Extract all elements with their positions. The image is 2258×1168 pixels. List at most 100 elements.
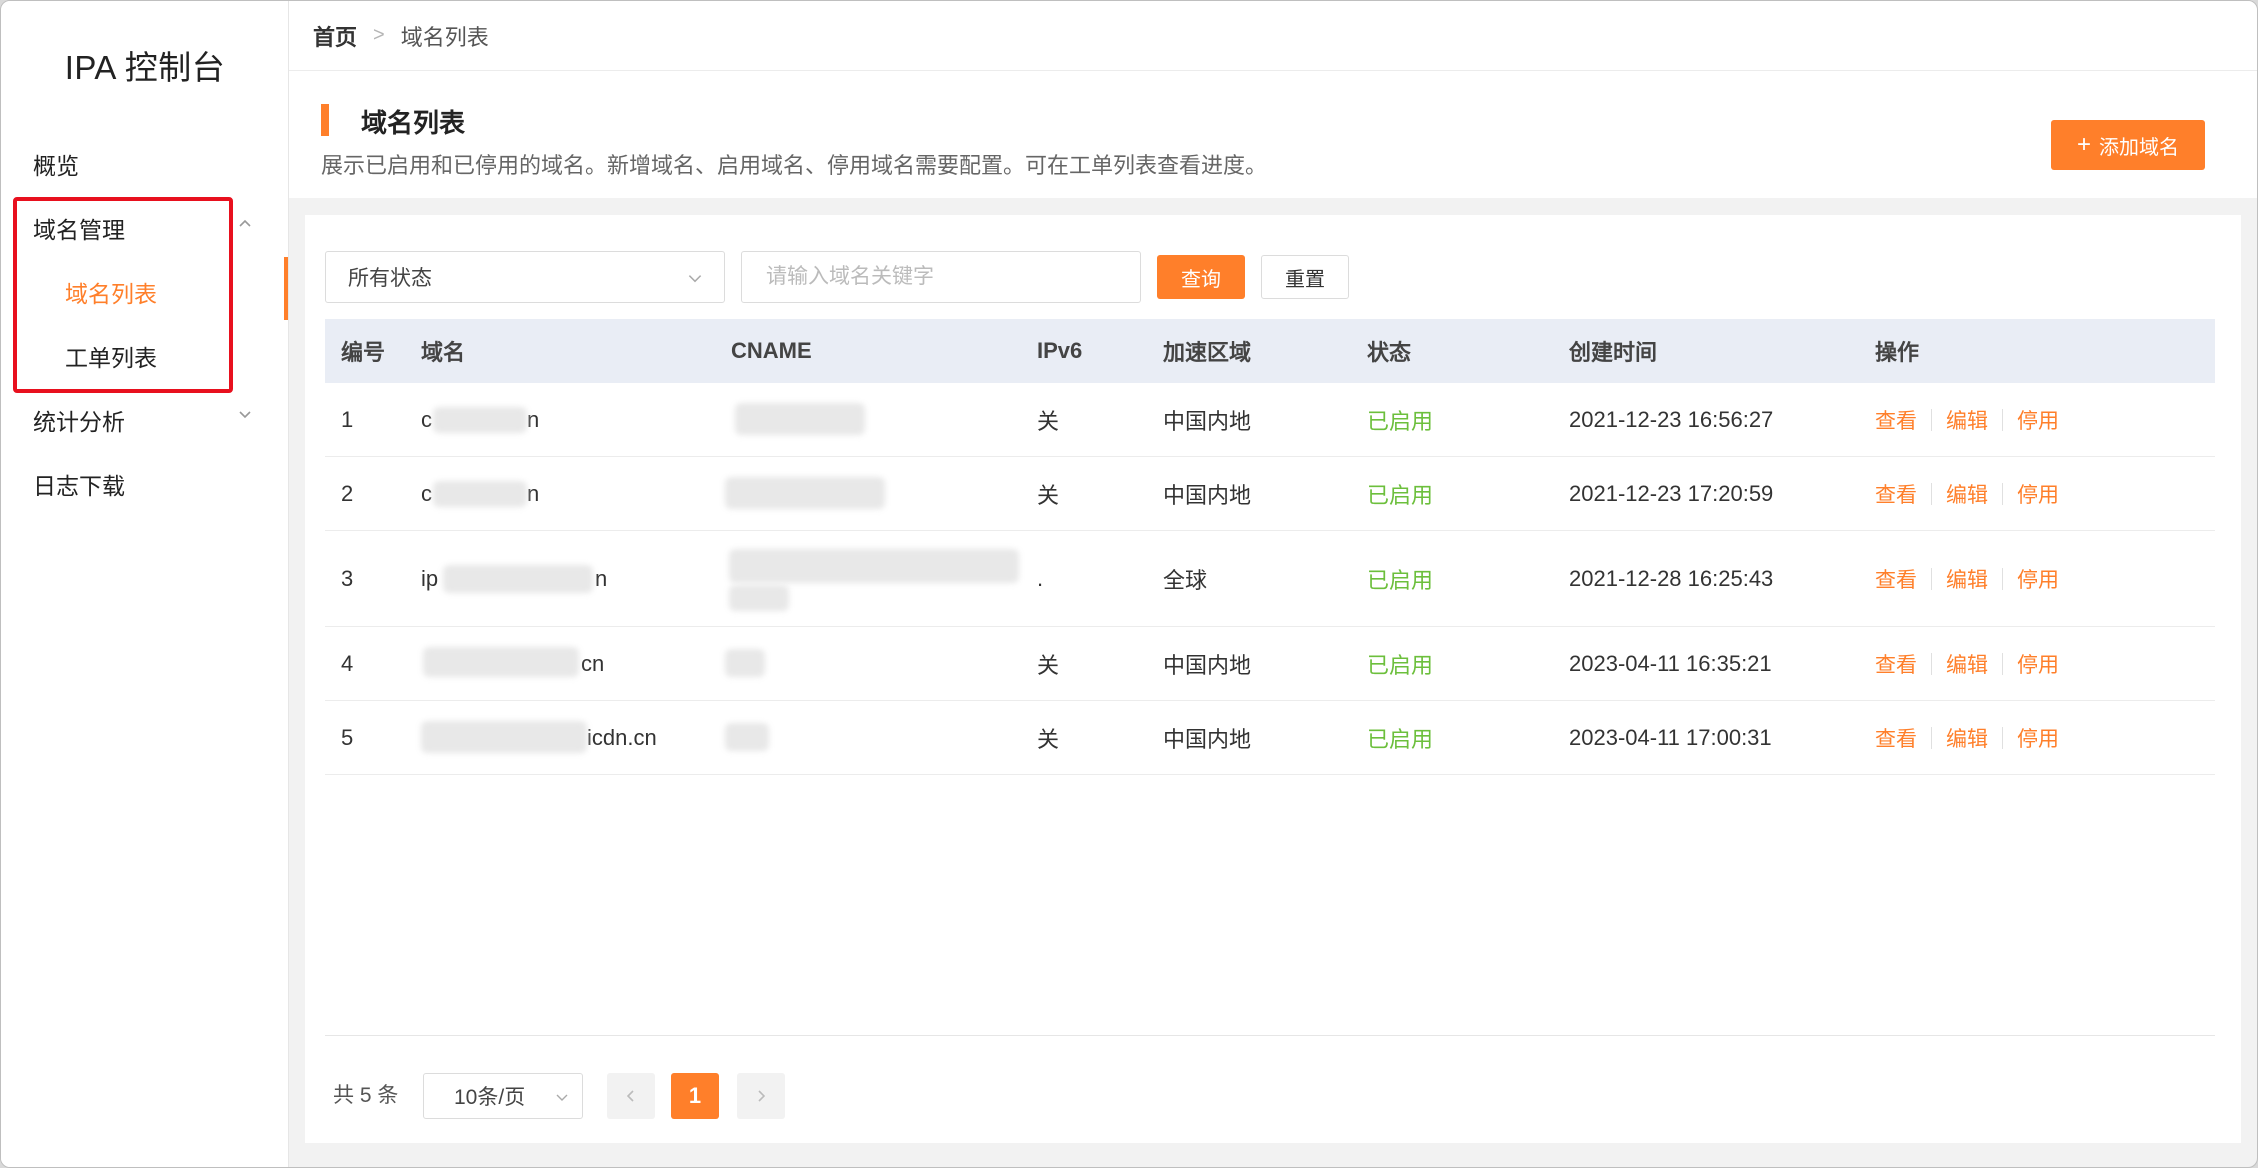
redacted-cname xyxy=(725,723,769,751)
cell-status: 已启用 xyxy=(1367,482,1434,508)
add-domain-label: 添加域名 xyxy=(2099,136,2179,159)
cell-id: 1 xyxy=(341,406,354,432)
table-row: 5 icdn.cn 关 中国内地 已启用 2023-04-11 17:00:31… xyxy=(325,701,2215,775)
cell-region: 中国内地 xyxy=(1163,726,1252,752)
chevron-down-icon xyxy=(556,1094,568,1101)
divider xyxy=(1931,408,1932,431)
cell-status: 已启用 xyxy=(1367,652,1434,678)
page-size-value: 10条/页 xyxy=(454,1086,526,1109)
chevron-down-icon xyxy=(688,275,702,283)
view-link[interactable]: 查看 xyxy=(1875,405,1917,435)
page-size-select[interactable]: 10条/页 xyxy=(423,1073,583,1119)
view-link[interactable]: 查看 xyxy=(1875,649,1917,679)
plus-icon: + xyxy=(2076,131,2091,158)
annotation-highlight-box xyxy=(13,197,233,393)
divider xyxy=(2002,567,2003,590)
divider xyxy=(1931,652,1932,675)
column-header-created: 创建时间 xyxy=(1569,340,1658,365)
cell-actions: 查看 编辑 停用 xyxy=(1875,701,2059,774)
edit-link[interactable]: 编辑 xyxy=(1946,723,1988,753)
cell-ipv6: . xyxy=(1037,565,1044,591)
page-description: 展示已启用和已停用的域名。新增域名、启用域名、停用域名需要配置。可在工单列表查看… xyxy=(321,153,1268,178)
domain-search-input[interactable] xyxy=(741,251,1141,303)
edit-link[interactable]: 编辑 xyxy=(1946,479,1988,509)
divider xyxy=(2002,652,2003,675)
breadcrumb: 首页 > 域名列表 xyxy=(289,1,2257,71)
table-row: 2 c n 关 中国内地 已启用 2021-12-23 17:20:59 查看 … xyxy=(325,457,2215,531)
divider xyxy=(325,1035,2215,1036)
prev-page-button[interactable] xyxy=(607,1073,655,1119)
edit-link[interactable]: 编辑 xyxy=(1946,564,1988,594)
breadcrumb-separator-icon: > xyxy=(373,24,385,46)
redacted-cname xyxy=(725,649,765,677)
divider xyxy=(2002,482,2003,505)
edit-link[interactable]: 编辑 xyxy=(1946,649,1988,679)
column-header-actions: 操作 xyxy=(1875,340,1920,365)
redacted-domain xyxy=(423,647,579,677)
cell-domain-suffix: n xyxy=(527,406,540,432)
cell-created: 2021-12-23 16:56:27 xyxy=(1569,406,1774,432)
sidebar-item-statistics[interactable]: 统计分析 xyxy=(33,403,125,437)
content-card: 所有状态 查询 重置 编号 域名 CNAME IPv6 加速区域 状态 创建时间… xyxy=(305,215,2241,1143)
cell-actions: 查看 编辑 停用 xyxy=(1875,383,2059,456)
table-row: 1 c n 关 中国内地 已启用 2021-12-23 16:56:27 查看 … xyxy=(325,383,2215,457)
disable-link[interactable]: 停用 xyxy=(2017,649,2059,679)
sidebar: IPA 控制台 概览 域名管理 域名列表 工单列表 统计分析 日志下载 xyxy=(1,1,289,1167)
cell-actions: 查看 编辑 停用 xyxy=(1875,457,2059,530)
add-domain-button[interactable]: + 添加域名 xyxy=(2051,120,2205,170)
cell-id: 4 xyxy=(341,650,354,676)
view-link[interactable]: 查看 xyxy=(1875,723,1917,753)
redacted-cname xyxy=(725,477,885,509)
disable-link[interactable]: 停用 xyxy=(2017,479,2059,509)
cell-ipv6: 关 xyxy=(1037,726,1060,752)
title-accent-bar xyxy=(321,104,329,136)
cell-region: 全球 xyxy=(1163,567,1208,593)
active-indicator xyxy=(284,257,288,320)
sidebar-item-log-download[interactable]: 日志下载 xyxy=(33,467,125,501)
sidebar-item-overview[interactable]: 概览 xyxy=(33,147,79,181)
breadcrumb-home-link[interactable]: 首页 xyxy=(313,20,357,52)
divider xyxy=(2002,408,2003,431)
query-button[interactable]: 查询 xyxy=(1157,255,1245,299)
chevron-right-icon xyxy=(758,1090,766,1102)
edit-link[interactable]: 编辑 xyxy=(1946,405,1988,435)
view-link[interactable]: 查看 xyxy=(1875,564,1917,594)
divider xyxy=(1931,726,1932,749)
disable-link[interactable]: 停用 xyxy=(2017,564,2059,594)
cell-id: 5 xyxy=(341,724,354,750)
cell-status: 已启用 xyxy=(1367,726,1434,752)
redacted-domain xyxy=(443,565,593,593)
column-header-ipv6: IPv6 xyxy=(1037,338,1083,363)
cell-created: 2023-04-11 17:00:31 xyxy=(1569,724,1772,750)
redacted-domain xyxy=(433,481,527,507)
chevron-down-icon[interactable] xyxy=(237,407,253,423)
column-header-id: 编号 xyxy=(341,340,386,365)
chevron-up-icon[interactable] xyxy=(237,215,253,231)
column-header-status: 状态 xyxy=(1367,340,1412,365)
disable-link[interactable]: 停用 xyxy=(2017,405,2059,435)
disable-link[interactable]: 停用 xyxy=(2017,723,2059,753)
redacted-cname xyxy=(729,585,789,611)
cell-domain: c xyxy=(421,480,432,506)
cell-domain-suffix: icdn.cn xyxy=(587,724,657,750)
redacted-domain xyxy=(433,407,527,433)
cell-ipv6: 关 xyxy=(1037,408,1060,434)
view-link[interactable]: 查看 xyxy=(1875,479,1917,509)
next-page-button[interactable] xyxy=(737,1073,785,1119)
app-window: IPA 控制台 概览 域名管理 域名列表 工单列表 统计分析 日志下载 首页 >… xyxy=(0,0,2258,1168)
status-select-value: 所有状态 xyxy=(348,267,432,290)
cell-region: 中国内地 xyxy=(1163,408,1252,434)
page-header: 域名列表 展示已启用和已停用的域名。新增域名、启用域名、停用域名需要配置。可在工… xyxy=(289,71,2257,198)
cell-status: 已启用 xyxy=(1367,408,1434,434)
reset-button[interactable]: 重置 xyxy=(1261,255,1349,299)
column-header-domain: 域名 xyxy=(421,340,466,365)
cell-domain: c xyxy=(421,406,432,432)
page-number-button[interactable]: 1 xyxy=(671,1073,719,1119)
cell-domain-suffix: cn xyxy=(581,650,605,676)
column-header-cname: CNAME xyxy=(731,338,812,363)
cell-region: 中国内地 xyxy=(1163,652,1252,678)
table-header: 编号 域名 CNAME IPv6 加速区域 状态 创建时间 操作 xyxy=(325,319,2215,383)
status-select[interactable]: 所有状态 xyxy=(325,251,725,303)
cell-id: 2 xyxy=(341,480,354,506)
cell-created: 2021-12-28 16:25:43 xyxy=(1569,565,1774,591)
